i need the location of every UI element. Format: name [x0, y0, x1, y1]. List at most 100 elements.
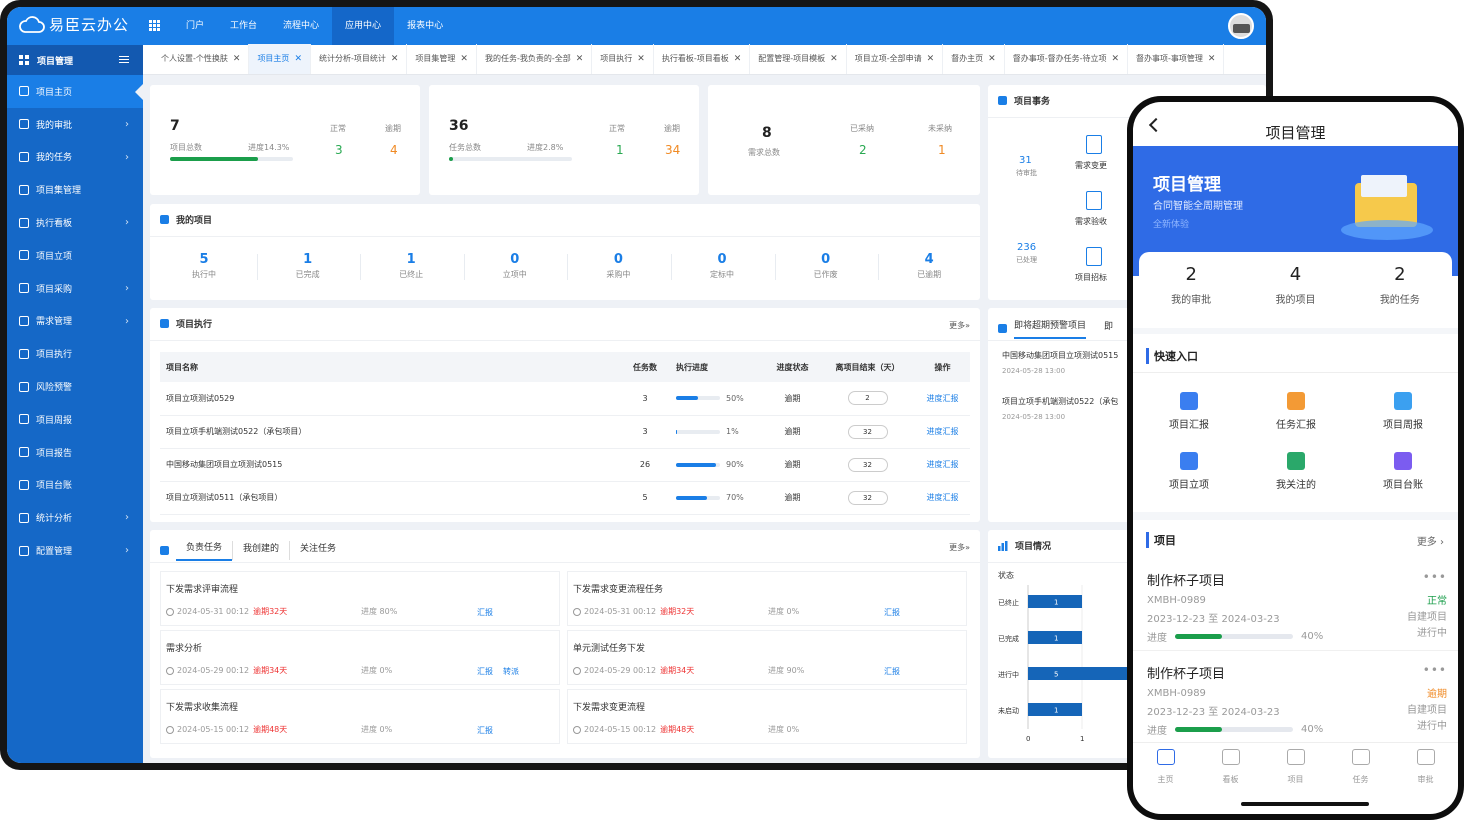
- avatar[interactable]: [1228, 13, 1254, 39]
- sidebar-item[interactable]: 项目立项: [7, 239, 143, 272]
- project-stat[interactable]: 4 已逾期: [889, 252, 969, 280]
- task-item[interactable]: 单元测试任务下发 2024-05-29 00:12 逾期34天 进度 90% 汇报: [567, 630, 967, 685]
- phone-stat[interactable]: 2 我的任务: [1348, 252, 1452, 322]
- task-item[interactable]: 下发需求变更流程任务 2024-05-31 00:12 逾期32天 进度 0% 汇报: [567, 571, 967, 626]
- warning-tab[interactable]: 即将超期预警项目: [1014, 318, 1087, 339]
- progress-report-link[interactable]: 进度汇报: [927, 493, 959, 502]
- close-icon[interactable]: ✕: [927, 54, 935, 64]
- tabbar-item[interactable]: 审批: [1393, 743, 1458, 792]
- apps-grid-icon[interactable]: [149, 20, 160, 31]
- close-icon[interactable]: ✕: [391, 54, 399, 64]
- tasks-more-link[interactable]: 更多»: [949, 542, 970, 553]
- quick-entry-item[interactable]: 任务汇报: [1246, 392, 1346, 431]
- tabbar-item[interactable]: 项目: [1263, 743, 1328, 792]
- app-logo[interactable]: 易臣云办公: [19, 14, 129, 35]
- report-link[interactable]: 汇报: [477, 607, 493, 618]
- nav-item[interactable]: 工作台: [217, 7, 270, 45]
- tab[interactable]: 督办事项-事项管理 ✕: [1128, 44, 1225, 74]
- affair-action[interactable]: 项目招标: [1074, 247, 1114, 283]
- sidebar-item[interactable]: 项目报告: [7, 436, 143, 469]
- project-stat[interactable]: 5 执行中: [164, 252, 244, 280]
- sidebar-item[interactable]: 项目主页: [7, 75, 143, 108]
- quick-entry-item[interactable]: 项目立项: [1139, 452, 1239, 491]
- close-icon[interactable]: ✕: [294, 54, 302, 64]
- sidebar-item[interactable]: 项目集管理: [7, 173, 143, 206]
- close-icon[interactable]: ✕: [576, 54, 584, 64]
- sidebar-item[interactable]: 统计分析 ›: [7, 501, 143, 534]
- close-icon[interactable]: ✕: [734, 54, 742, 64]
- close-icon[interactable]: ✕: [988, 54, 996, 64]
- project-name[interactable]: 项目立项手机端测试0522（承包项目）: [160, 415, 620, 449]
- tab[interactable]: 项目集管理 ✕: [407, 44, 477, 74]
- task-item[interactable]: 下发需求收集流程 2024-05-15 00:12 逾期48天 进度 0% 汇报: [160, 689, 560, 744]
- sidebar-item[interactable]: 需求管理 ›: [7, 305, 143, 338]
- sidebar-item[interactable]: 执行看板 ›: [7, 206, 143, 239]
- project-name[interactable]: 中国移动集团项目立项测试0515: [160, 448, 620, 482]
- sidebar-item[interactable]: 项目周报: [7, 403, 143, 436]
- pending-count[interactable]: 31: [1019, 155, 1032, 166]
- tab[interactable]: 项目执行 ✕: [592, 44, 654, 74]
- affair-action[interactable]: 需求验收: [1074, 191, 1114, 227]
- report-link[interactable]: 汇报: [477, 725, 493, 736]
- sidebar-item[interactable]: 项目执行: [7, 337, 143, 370]
- tab[interactable]: 我的任务-我负责的-全部 ✕: [477, 44, 593, 74]
- nav-item[interactable]: 流程中心: [270, 7, 332, 45]
- close-icon[interactable]: ✕: [830, 54, 838, 64]
- close-icon[interactable]: ✕: [1111, 54, 1119, 64]
- tabbar-item[interactable]: 看板: [1198, 743, 1263, 792]
- report-link[interactable]: 汇报: [884, 666, 900, 677]
- close-icon[interactable]: ✕: [1208, 54, 1216, 64]
- nav-item[interactable]: 报表中心: [394, 7, 456, 45]
- task-item[interactable]: 需求分析 2024-05-29 00:12 逾期34天 进度 0% 汇报 转派: [160, 630, 560, 685]
- tabbar-item[interactable]: 任务: [1328, 743, 1393, 792]
- progress-report-link[interactable]: 进度汇报: [927, 427, 959, 436]
- tab[interactable]: 督办主页 ✕: [943, 44, 1005, 74]
- project-stat[interactable]: 0 已作废: [786, 252, 866, 280]
- phone-stat[interactable]: 4 我的项目: [1243, 252, 1347, 322]
- nav-item[interactable]: 应用中心: [332, 7, 395, 45]
- tab[interactable]: 配置管理-项目模板 ✕: [750, 44, 847, 74]
- project-stat[interactable]: 1 已终止: [371, 252, 451, 280]
- warning-tab-2[interactable]: 即: [1104, 319, 1113, 338]
- project-summary-card[interactable]: 7 项目总数 进度14.3% 正常 3 逾期 4: [150, 85, 420, 195]
- project-stat[interactable]: 0 立项中: [475, 252, 555, 280]
- tab[interactable]: 个人设置-个性换肤 ✕: [153, 44, 250, 74]
- more-dots-icon[interactable]: •••: [1423, 570, 1447, 584]
- project-name[interactable]: 项目立项测试0511（承包项目）: [160, 481, 620, 515]
- project-card[interactable]: 制作杯子项目 XMBH-0989 2023-12-23 至 2024-03-23 进度…: [1147, 663, 1447, 737]
- report-link[interactable]: 汇报: [477, 666, 493, 677]
- tabbar-item[interactable]: 主页: [1133, 743, 1198, 792]
- close-icon[interactable]: ✕: [233, 54, 241, 64]
- nav-item[interactable]: 门户: [173, 7, 217, 45]
- task-tab[interactable]: 负责任务: [176, 540, 233, 561]
- report-link[interactable]: 汇报: [884, 607, 900, 618]
- sidebar-item[interactable]: 项目台账: [7, 469, 143, 502]
- project-name[interactable]: 项目立项测试0529: [160, 382, 620, 416]
- project-stat[interactable]: 0 采购中: [578, 252, 658, 280]
- affair-action[interactable]: 需求变更: [1074, 135, 1114, 171]
- collapse-menu-icon[interactable]: [119, 56, 129, 65]
- demand-summary-card[interactable]: 8 需求总数 已采纳 2 未采纳 1: [708, 85, 980, 195]
- project-card[interactable]: 制作杯子项目 XMBH-0989 2023-12-23 至 2024-03-23 进度…: [1133, 570, 1458, 651]
- close-icon[interactable]: ✕: [460, 54, 468, 64]
- project-more-link[interactable]: 更多 ›: [1417, 533, 1444, 548]
- sidebar-item[interactable]: 我的任务 ›: [7, 141, 143, 174]
- tab[interactable]: 统计分析-项目统计 ✕: [311, 44, 408, 74]
- tab[interactable]: 督办事项-督办任务-待立项 ✕: [1005, 44, 1129, 74]
- task-summary-card[interactable]: 36 任务总数 进度2.8% 正常 1 逾期 34: [429, 85, 699, 195]
- execution-more-link[interactable]: 更多»: [949, 320, 970, 331]
- close-icon[interactable]: ✕: [637, 54, 645, 64]
- transfer-link[interactable]: 转派: [503, 666, 519, 677]
- sidebar-item[interactable]: 项目采购 ›: [7, 272, 143, 305]
- phone-stat[interactable]: 2 我的审批: [1139, 252, 1243, 322]
- progress-report-link[interactable]: 进度汇报: [927, 394, 959, 403]
- progress-report-link[interactable]: 进度汇报: [927, 460, 959, 469]
- quick-entry-item[interactable]: 我关注的: [1246, 452, 1346, 491]
- task-item[interactable]: 下发需求变更流程 2024-05-15 00:12 逾期48天 进度 0%: [567, 689, 967, 744]
- task-tab[interactable]: 关注任务: [289, 541, 346, 560]
- more-dots-icon[interactable]: •••: [1423, 663, 1447, 677]
- project-stat[interactable]: 0 定标中: [682, 252, 762, 280]
- tab[interactable]: 执行看板-项目看板 ✕: [654, 44, 751, 74]
- quick-entry-item[interactable]: 项目周报: [1353, 392, 1453, 431]
- sidebar-item[interactable]: 配置管理 ›: [7, 534, 143, 567]
